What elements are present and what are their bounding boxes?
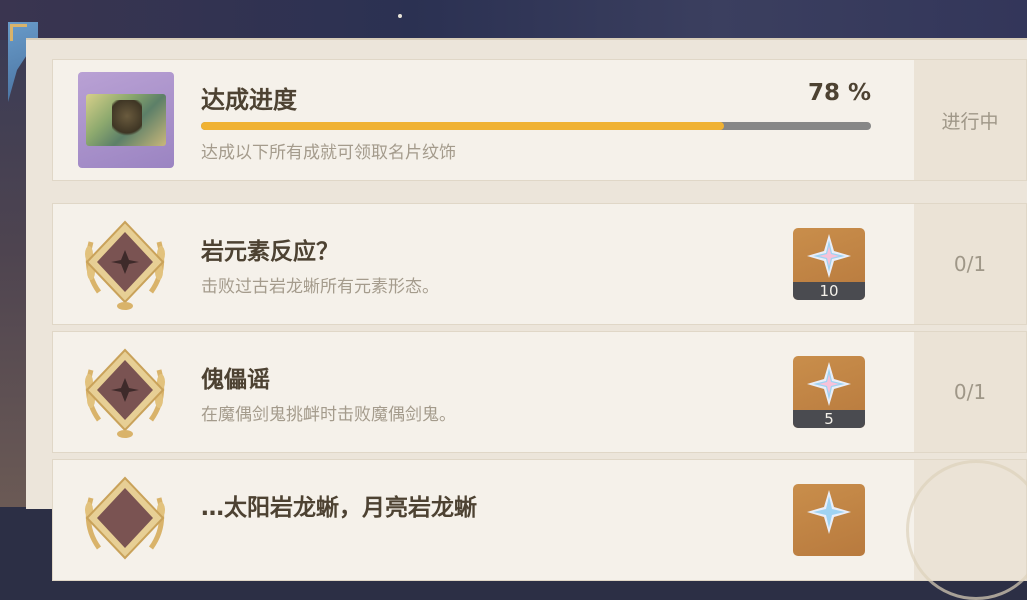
reward-item[interactable]: 5 bbox=[793, 356, 865, 428]
achievement-medal-icon bbox=[85, 348, 165, 438]
achievement-complete-seal bbox=[906, 460, 1027, 600]
frame-corner-gold bbox=[10, 24, 27, 41]
progress-bar-fill bbox=[201, 122, 724, 130]
namecard-image bbox=[86, 94, 166, 146]
achievement-row[interactable]: 傀儡谣 在魔偶剑鬼挑衅时击败魔偶剑鬼。 5 0/1 bbox=[52, 331, 1027, 453]
achievement-name: 岩元素反应？ bbox=[201, 239, 339, 265]
seal-emblem bbox=[906, 460, 1027, 600]
achievement-medal-icon bbox=[85, 476, 165, 560]
reward-item[interactable] bbox=[793, 484, 865, 556]
achievement-row[interactable]: …太阳岩龙蜥，月亮岩龙蜥 bbox=[52, 459, 1027, 600]
achievement-name: …太阳岩龙蜥，月亮岩龙蜥 bbox=[201, 495, 477, 521]
progress-bar bbox=[201, 122, 871, 130]
achievement-description: 在魔偶剑鬼挑衅时击败魔偶剑鬼。 bbox=[201, 405, 456, 425]
background-top bbox=[0, 0, 1027, 40]
achievement-description: 击败过古岩龙蜥所有元素形态。 bbox=[201, 277, 439, 297]
background-left bbox=[0, 40, 26, 507]
primogem-icon bbox=[807, 362, 851, 406]
namecard-thumbnail bbox=[78, 72, 174, 168]
summary-percent: 78 % bbox=[807, 80, 871, 106]
summary-description: 达成以下所有成就可领取名片纹饰 bbox=[201, 143, 456, 163]
reward-item[interactable]: 10 bbox=[793, 228, 865, 300]
reward-count: 10 bbox=[793, 282, 865, 300]
achievement-medal-icon bbox=[85, 220, 165, 310]
indicator-dot bbox=[398, 14, 402, 18]
summary-title: 达成进度 bbox=[201, 86, 297, 114]
achievement-name: 傀儡谣 bbox=[201, 367, 270, 393]
primogem-icon bbox=[807, 490, 851, 534]
namecard-creature bbox=[112, 100, 142, 140]
summary-status: 进行中 bbox=[914, 60, 1026, 180]
achievement-row[interactable]: 岩元素反应？ 击败过古岩龙蜥所有元素形态。 10 0/1 bbox=[52, 203, 1027, 325]
achievement-progress: 0/1 bbox=[914, 204, 1026, 324]
primogem-icon bbox=[807, 234, 851, 278]
achievement-progress: 0/1 bbox=[914, 332, 1026, 452]
summary-card: 达成进度 78 % 达成以下所有成就可领取名片纹饰 进行中 bbox=[52, 59, 1027, 181]
achievement-panel: 达成进度 78 % 达成以下所有成就可领取名片纹饰 进行中 岩元素反应？ 击败过… bbox=[26, 38, 1027, 600]
reward-count: 5 bbox=[793, 410, 865, 428]
